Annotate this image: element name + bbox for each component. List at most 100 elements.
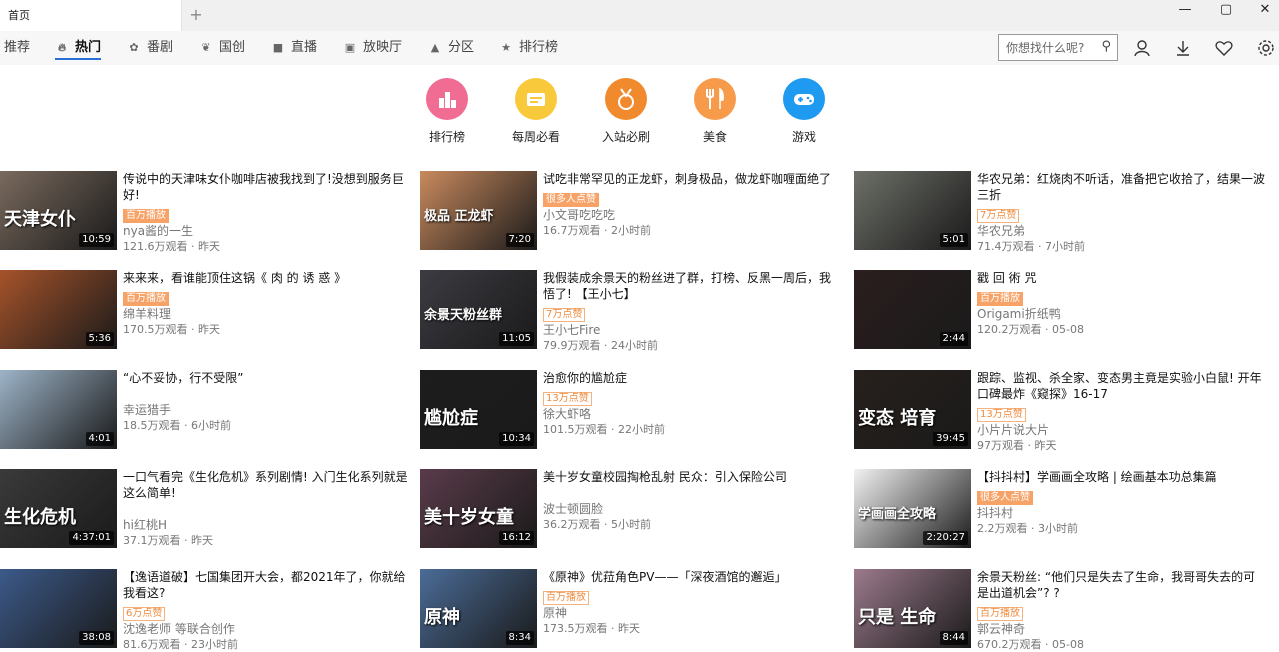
video-thumbnail[interactable]: 变态 培育 39:45 <box>854 370 971 449</box>
close-button[interactable]: ✕ <box>1245 0 1279 22</box>
video-title[interactable]: 一口气看完《生化危机》系列剧情! 入门生化系列就是这么简单! <box>123 469 413 501</box>
new-tab-button[interactable]: + <box>188 5 204 24</box>
nav-ranking[interactable]: ★ 排行榜 <box>499 31 558 65</box>
video-thumbnail[interactable]: 5:36 <box>0 270 117 349</box>
video-card[interactable]: 只是 生命 8:44 余景天粉丝: “他们只是失去了生命，我哥哥失去的可是出道机会”… <box>854 569 1274 651</box>
video-card[interactable]: 美十岁女童 16:12 美十岁女童校园掏枪乱射 民众：引入保险公司 波士顿圆脸 36.2… <box>420 469 840 551</box>
video-title[interactable]: 余景天粉丝: “他们只是失去了生命，我哥哥失去的可是出道机会”? ? <box>977 569 1267 601</box>
video-title[interactable]: 华农兄弟：红烧肉不听话，准备把它收拾了，结果一波三折 <box>977 171 1267 203</box>
category-must-watch[interactable]: 入站必刷 <box>586 78 666 145</box>
nav-guochuang[interactable]: ❦ 国创 <box>199 31 245 65</box>
maximize-button[interactable]: ▢ <box>1206 0 1246 22</box>
video-card[interactable]: 5:36 来来来，看谁能顶住这锅《 肉 的 诱 惑 》百万播放 绵羊料理 170.5万… <box>0 270 420 352</box>
video-meta: 670.2万观看 · 05-08 <box>977 637 1267 652</box>
video-badge: 13万点赞 <box>977 408 1026 422</box>
video-card[interactable]: 尴尬症 10:34 治愈你的尴尬症 13万点赞 徐大虾咯 101.5万观看 · 22小时前 <box>420 370 840 452</box>
video-time: 昨天 <box>198 323 220 336</box>
video-card[interactable]: 5:01 华农兄弟：红烧肉不听话，准备把它收拾了，结果一波三折 7万点赞 华农兄弟 71… <box>854 171 1274 253</box>
video-duration: 2:20:27 <box>923 531 968 545</box>
search-input[interactable] <box>999 35 1095 60</box>
video-badge: 百万播放 <box>543 591 589 605</box>
video-thumbnail[interactable]: 只是 生命 8:44 <box>854 569 971 648</box>
thumbnail-caption: 天津女仆 <box>4 209 76 230</box>
nav-zones[interactable]: ▲ 分区 <box>428 31 474 65</box>
video-title[interactable]: 《原神》优菈角色PV——「深夜酒馆的邂逅」 <box>543 569 833 585</box>
video-thumbnail[interactable]: 美十岁女童 16:12 <box>420 469 537 548</box>
video-thumbnail[interactable]: 5:01 <box>854 171 971 250</box>
video-author[interactable]: 郭云神奇 <box>977 621 1267 637</box>
video-author[interactable]: 抖抖村 <box>977 505 1267 521</box>
video-card[interactable]: 原神 8:34 《原神》优菈角色PV——「深夜酒馆的邂逅」 百万播放 原神 173.5万观… <box>420 569 840 651</box>
video-author[interactable]: 沈逸老师 等联合创作 <box>123 621 413 637</box>
video-card[interactable]: 38:08 【逸语道破】七国集团开大会，都2021年了，你就给我看这? 6万点赞 沈逸… <box>0 569 420 651</box>
category-weekly[interactable]: 每周必看 <box>496 78 576 145</box>
video-card[interactable]: 余景天粉丝群 11:05 我假装成余景天的粉丝进了群，打榜、反黑一周后，我悟了! 【… <box>420 270 840 352</box>
video-time: 昨天 <box>191 534 213 547</box>
video-author[interactable]: hi红桃H <box>123 517 413 533</box>
video-badge: 6万点赞 <box>123 607 166 621</box>
thumbnail-caption: 尴尬症 <box>424 408 478 429</box>
video-thumbnail[interactable]: 2:44 <box>854 270 971 349</box>
settings-icon[interactable] <box>1256 38 1276 58</box>
search-icon[interactable]: ⚲ <box>1101 39 1111 54</box>
video-thumbnail[interactable]: 38:08 <box>0 569 117 648</box>
category-games[interactable]: 游戏 <box>764 78 844 145</box>
cutlery-icon <box>694 78 736 120</box>
video-title[interactable]: 治愈你的尴尬症 <box>543 370 833 386</box>
user-icon[interactable] <box>1132 38 1152 58</box>
browser-tab[interactable]: 首页 <box>0 0 182 31</box>
nav-cinema[interactable]: ▣ 放映厅 <box>343 31 402 65</box>
video-author[interactable]: 华农兄弟 <box>977 223 1267 239</box>
nav-hot[interactable]: 🔥︎ 热门 <box>55 31 102 65</box>
video-thumbnail[interactable]: 余景天粉丝群 11:05 <box>420 270 537 349</box>
favorite-icon[interactable] <box>1214 38 1234 58</box>
video-author[interactable]: 王小七Fire <box>543 322 833 338</box>
category-ranking[interactable]: 排行榜 <box>407 78 487 145</box>
video-title[interactable]: 我假装成余景天的粉丝进了群，打榜、反黑一周后，我悟了! 【王小七】 <box>543 270 833 302</box>
video-author[interactable]: 徐大虾咯 <box>543 406 833 422</box>
video-title[interactable]: “心不妥协，行不受限” <box>123 370 413 386</box>
video-author[interactable]: Origami折纸鸭 <box>977 306 1267 322</box>
thumbnail-caption: 学画画全攻略 <box>858 507 937 522</box>
category-food[interactable]: 美食 <box>675 78 755 145</box>
video-card[interactable]: 2:44 戳 回 術 咒百万播放 Origami折纸鸭 120.2万观看 · 05-0… <box>854 270 1274 352</box>
video-card[interactable]: 极品 正龙虾 7:20 试吃非常罕见的正龙虾，刺身极品，做龙虾咖喱面绝了 很多人点赞小… <box>420 171 840 253</box>
nav-bangumi[interactable]: ✿ 番剧 <box>127 31 173 65</box>
video-card[interactable]: 生化危机 4:37:01 一口气看完《生化危机》系列剧情! 入门生化系列就是这么简单… <box>0 469 420 551</box>
video-title[interactable]: 【逸语道破】七国集团开大会，都2021年了，你就给我看这? <box>123 569 413 601</box>
video-card[interactable]: 天津女仆 10:59 传说中的天津味女仆咖啡店被我找到了!没想到服务巨好! 百万播放 n… <box>0 171 420 253</box>
video-author[interactable]: nya酱的一生 <box>123 223 413 239</box>
video-thumbnail[interactable]: 极品 正龙虾 7:20 <box>420 171 537 250</box>
video-author[interactable]: 小片片说大片 <box>977 422 1267 438</box>
nav-recommend[interactable]: 推荐 <box>4 31 30 65</box>
video-card[interactable]: 4:01 “心不妥协，行不受限” 幸运猎手 18.5万观看 · 6小时前 <box>0 370 420 452</box>
video-author[interactable]: 小文哥吃吃吃 <box>543 207 833 223</box>
video-thumbnail[interactable]: 生化危机 4:37:01 <box>0 469 117 548</box>
video-author[interactable]: 幸运猎手 <box>123 402 413 418</box>
video-title[interactable]: 【抖抖村】学画画全攻略 | 绘画基本功总集篇 <box>977 469 1267 485</box>
download-icon[interactable] <box>1173 38 1193 58</box>
video-author[interactable]: 原神 <box>543 605 833 621</box>
video-meta: 36.2万观看 · 5小时前 <box>543 517 833 532</box>
thumbnail-caption: 极品 正龙虾 <box>424 209 494 224</box>
video-author[interactable]: 波士顿圆脸 <box>543 501 833 517</box>
video-card[interactable]: 学画画全攻略 2:20:27 【抖抖村】学画画全攻略 | 绘画基本功总集篇 很多人点赞… <box>854 469 1274 551</box>
minimize-button[interactable]: — <box>1165 0 1205 22</box>
video-title[interactable]: 传说中的天津味女仆咖啡店被我找到了!没想到服务巨好! <box>123 171 413 203</box>
video-thumbnail[interactable]: 4:01 <box>0 370 117 449</box>
meta-separator: · <box>607 622 618 635</box>
video-thumbnail[interactable]: 尴尬症 10:34 <box>420 370 537 449</box>
video-title[interactable]: 跟踪、监视、杀全家、变态男主竟是实验小白鼠! 开年口碑最炸《窥探》16-17 <box>977 370 1267 402</box>
video-thumbnail[interactable]: 原神 8:34 <box>420 569 537 648</box>
video-title[interactable]: 美十岁女童校园掏枪乱射 民众：引入保险公司 <box>543 469 833 485</box>
video-title[interactable]: 戳 回 術 咒 <box>977 270 1267 286</box>
video-title[interactable]: 试吃非常罕见的正龙虾，刺身极品，做龙虾咖喱面绝了 <box>543 171 833 187</box>
video-thumbnail[interactable]: 学画画全攻略 2:20:27 <box>854 469 971 548</box>
video-duration: 39:45 <box>933 432 968 446</box>
video-author[interactable]: 绵羊料理 <box>123 306 413 322</box>
video-thumbnail[interactable]: 天津女仆 10:59 <box>0 171 117 250</box>
video-views: 2.2万观看 <box>977 522 1028 535</box>
video-title[interactable]: 来来来，看谁能顶住这锅《 肉 的 诱 惑 》 <box>123 270 413 286</box>
video-card[interactable]: 变态 培育 39:45 跟踪、监视、杀全家、变态男主竟是实验小白鼠! 开年口碑最炸《… <box>854 370 1274 452</box>
nav-live[interactable]: ■ 直播 <box>271 31 317 65</box>
